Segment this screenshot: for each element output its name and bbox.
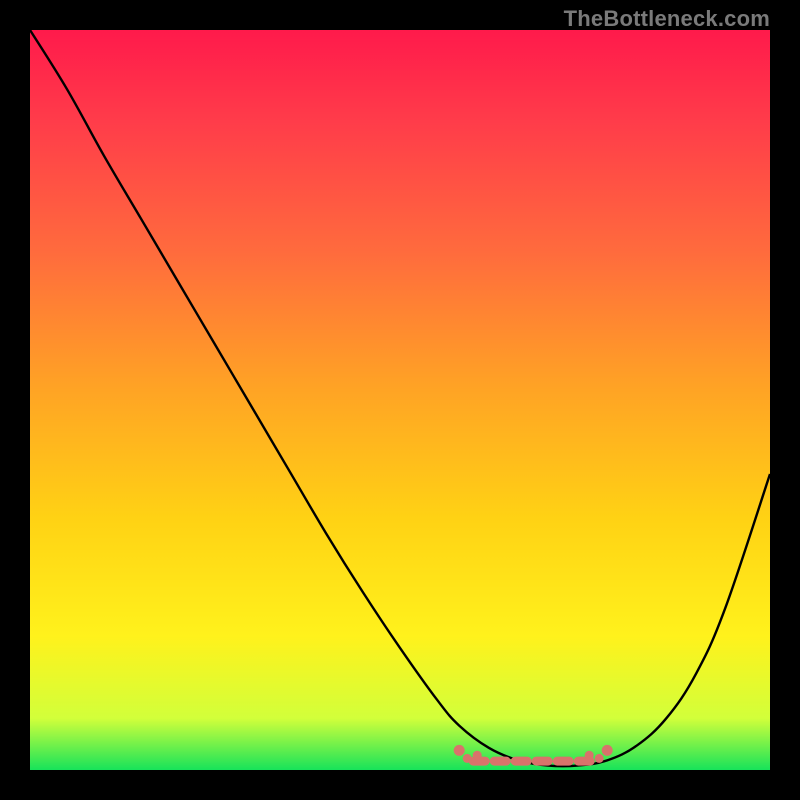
bottleneck-chart [30,30,770,770]
chart-frame: TheBottleneck.com [0,0,800,800]
gradient-background [30,30,770,770]
plot-area [30,30,770,770]
watermark-text: TheBottleneck.com [564,6,770,32]
